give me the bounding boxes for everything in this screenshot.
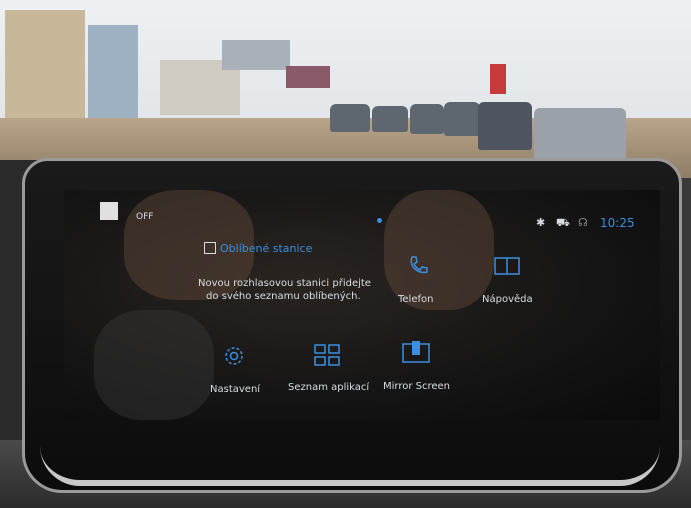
app-label-nastaveni[interactable]: Nastavení bbox=[210, 384, 260, 395]
power-state-label: OFF bbox=[136, 212, 154, 222]
car bbox=[372, 106, 408, 132]
billboard bbox=[286, 66, 330, 88]
app-label-seznam-aplikaci[interactable]: Seznam aplikací bbox=[288, 382, 369, 393]
app-grid-icon[interactable] bbox=[314, 344, 340, 366]
settings-gear-icon[interactable] bbox=[222, 344, 246, 368]
phone-icon[interactable] bbox=[407, 254, 429, 276]
car bbox=[534, 108, 626, 160]
hand-reflection bbox=[384, 190, 494, 310]
app-label-mirror-screen[interactable]: Mirror Screen bbox=[383, 381, 450, 392]
building bbox=[5, 10, 85, 120]
favorites-title[interactable]: Oblíbené stanice bbox=[220, 242, 312, 255]
connected-car-icon: ⛟ bbox=[556, 216, 570, 229]
steering-reflection bbox=[94, 310, 214, 420]
building bbox=[88, 25, 138, 120]
car bbox=[330, 104, 370, 132]
app-label-telefon[interactable]: Telefon bbox=[398, 294, 433, 305]
bluetooth-icon: ✱ bbox=[536, 216, 546, 229]
sign bbox=[490, 64, 506, 94]
photo-scene: OFF ✱ ⛟ ☊ 10:25 Oblíbené stanice Novou r… bbox=[0, 0, 691, 508]
mirror-screen-icon[interactable] bbox=[402, 340, 430, 366]
help-book-icon[interactable] bbox=[494, 256, 520, 276]
car bbox=[410, 104, 444, 134]
radio-icon bbox=[204, 242, 216, 254]
page-indicator-dot bbox=[377, 218, 382, 223]
signal-icon: ☊ bbox=[578, 216, 588, 229]
car bbox=[478, 102, 532, 150]
favorites-message-line1: Novou rozhlasovou stanici přidejte bbox=[198, 278, 371, 289]
infotainment-screen: OFF ✱ ⛟ ☊ 10:25 Oblíbené stanice Novou r… bbox=[64, 190, 660, 420]
home-icon[interactable] bbox=[100, 202, 118, 220]
car bbox=[444, 102, 480, 136]
chrome-trim bbox=[40, 430, 660, 486]
clock: 10:25 bbox=[600, 216, 635, 230]
app-label-napoveda[interactable]: Nápověda bbox=[482, 294, 533, 305]
favorites-message-line2: do svého seznamu oblíbených. bbox=[206, 291, 361, 302]
billboard bbox=[222, 40, 290, 70]
